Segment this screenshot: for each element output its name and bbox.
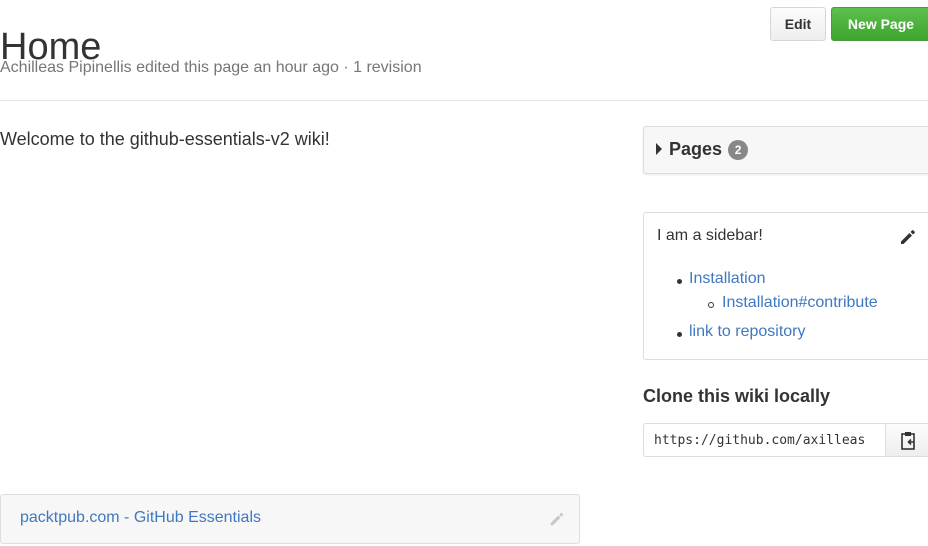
caret-right-icon [656, 143, 662, 155]
pencil-icon[interactable] [898, 227, 918, 247]
clipboard-icon [901, 432, 915, 450]
wiki-footer: packtpub.com - GitHub Essentials [0, 494, 580, 544]
footer-link[interactable]: packtpub.com - GitHub Essentials [20, 509, 261, 527]
pencil-icon[interactable] [548, 510, 566, 528]
pages-toggle[interactable]: Pages 2 [656, 138, 749, 160]
wiki-sidebar: I am a sidebar! Installation Installatio… [643, 212, 928, 360]
bullet-icon [677, 332, 682, 337]
copy-clone-url-button[interactable] [885, 423, 928, 457]
sidebar-link-repository[interactable]: link to repository [689, 323, 806, 341]
bullet-icon [677, 279, 682, 284]
sidebar-text: I am a sidebar! [657, 227, 763, 244]
wiki-content: Welcome to the github-essentials-v2 wiki… [0, 129, 330, 149]
bullet-icon [708, 302, 714, 308]
new-page-button[interactable]: New Page [831, 7, 928, 41]
edit-button[interactable]: Edit [770, 7, 826, 41]
pages-count-badge: 2 [728, 140, 749, 160]
header-divider [0, 100, 928, 101]
sidebar-link-installation-contribute[interactable]: Installation#contribute [722, 294, 878, 312]
sidebar-link-installation[interactable]: Installation [689, 270, 766, 288]
pages-panel: Pages 2 [643, 126, 928, 174]
clone-title: Clone this wiki locally [643, 386, 831, 406]
clone-url-input[interactable] [643, 423, 886, 457]
pages-label: Pages [669, 138, 723, 159]
page-meta: Achilleas Pipinellis edited this page an… [0, 59, 422, 76]
